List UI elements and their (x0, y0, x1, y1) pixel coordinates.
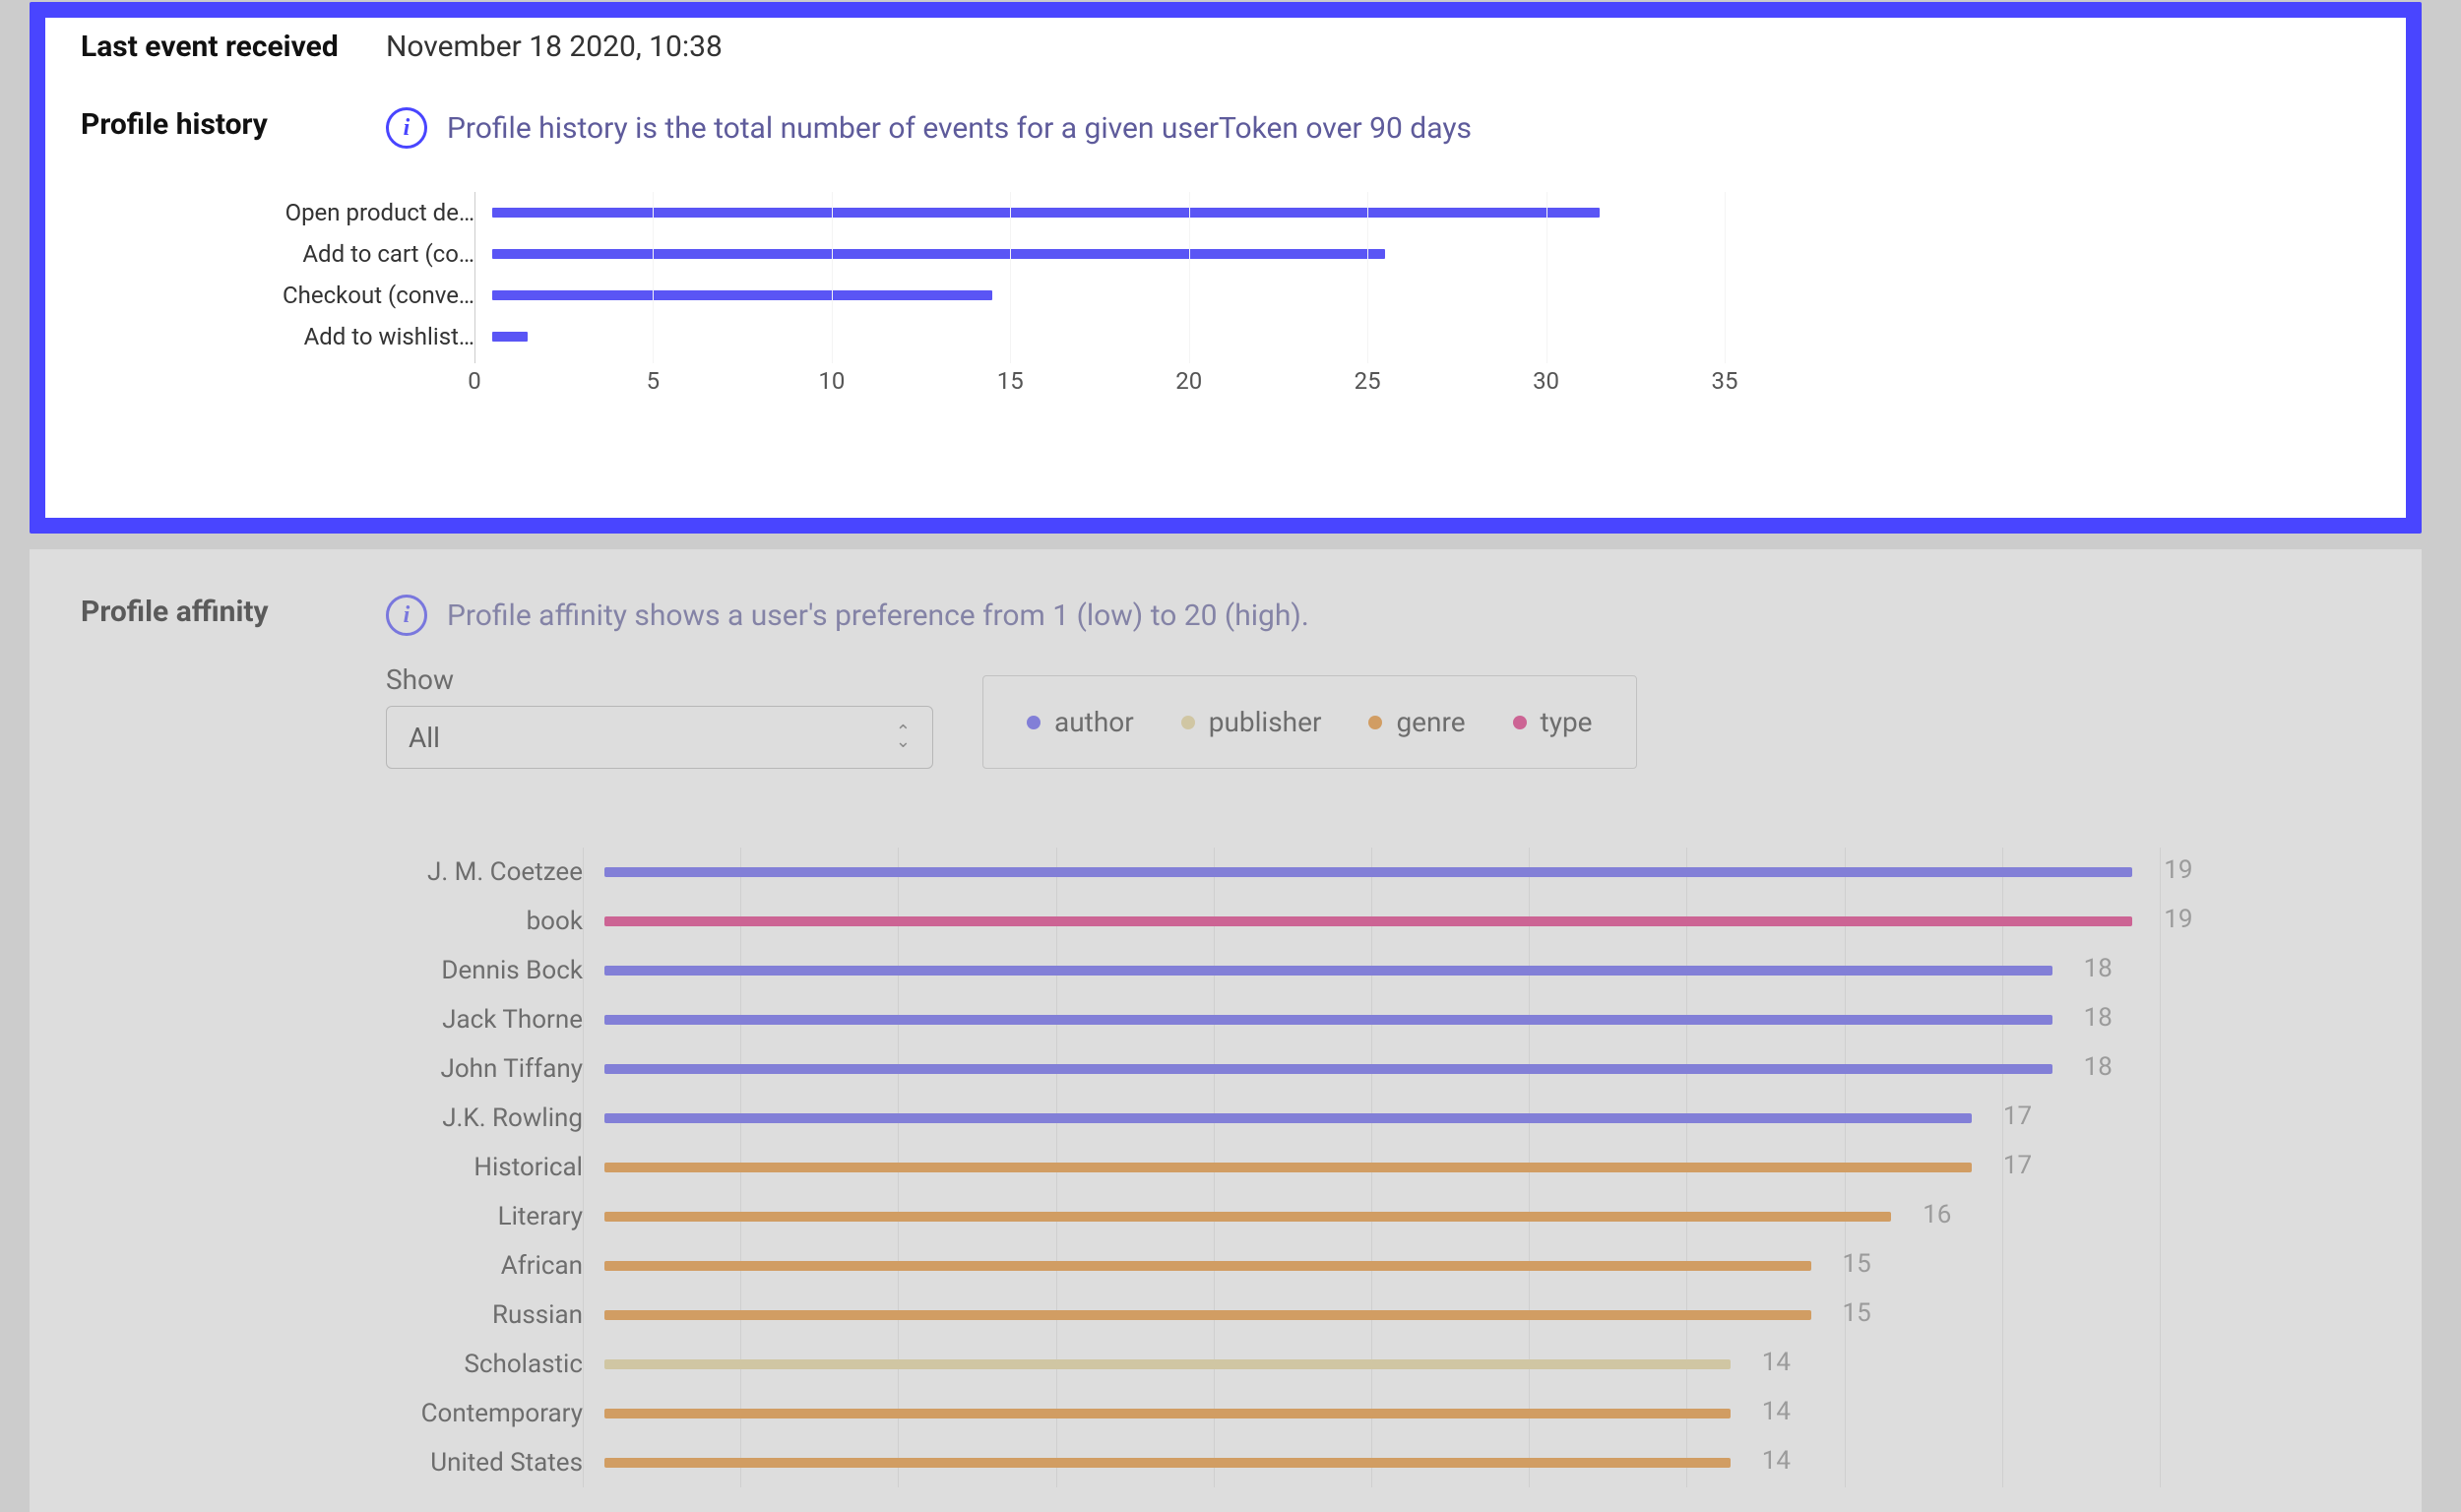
last-event-label: Last event received (81, 30, 386, 64)
app-frame: Last event received November 18 2020, 10… (0, 0, 2461, 1512)
chart-category-label: Dennis Bock (327, 956, 604, 985)
chart-bar: United States 14 (327, 1438, 2213, 1487)
chart-axis-tick: 35 (1712, 367, 1738, 395)
profile-history-row: Profile history i Profile history is the… (81, 107, 2370, 149)
chart-value-label: 16 (1923, 1200, 1962, 1229)
chart-bar: Literary 16 (327, 1192, 2213, 1241)
show-label: Show (386, 663, 933, 696)
info-icon: i (386, 107, 427, 149)
last-event-value: November 18 2020, 10:38 (386, 30, 723, 64)
chart-axis-tick: 15 (997, 367, 1024, 395)
chart-category-label: Russian (327, 1300, 604, 1330)
profile-affinity-label: Profile affinity (81, 595, 386, 629)
chart-category-label: Literary (327, 1202, 604, 1231)
legend-dot-icon (1368, 716, 1382, 729)
select-stepper-icon: ⌃⌄ (896, 727, 911, 747)
chart-category-label: Add to wishlist… (258, 323, 492, 350)
affinity-legend: author publisher genre type (982, 675, 1637, 769)
chart-axis-tick: 25 (1355, 367, 1381, 395)
chart-bar: J. M. Coetzee 19 (327, 848, 2213, 897)
chart-value-label: 14 (1762, 1446, 1801, 1476)
chart-value-label: 14 (1762, 1348, 1801, 1377)
chart-value-label: 15 (1843, 1298, 1882, 1328)
profile-affinity-chart: J. M. Coetzee19book19Dennis Bock18Jack T… (327, 848, 2213, 1487)
legend-dot-icon (1181, 716, 1195, 729)
chart-category-label: Checkout (conve… (258, 282, 492, 309)
chart-axis-tick: 0 (468, 367, 481, 395)
legend-label: author (1054, 706, 1134, 738)
chart-value-label: 15 (1843, 1249, 1882, 1279)
profile-history-info: Profile history is the total number of e… (447, 111, 1472, 146)
chart-bar: Checkout (conve… (258, 275, 2272, 316)
info-icon: i (386, 595, 427, 636)
chart-value-label: 18 (2084, 1052, 2123, 1082)
chart-category-label: J.K. Rowling (327, 1103, 604, 1133)
chart-category-label: Contemporary (327, 1399, 604, 1428)
chart-bar: African 15 (327, 1241, 2213, 1291)
legend-item-author[interactable]: author (1027, 706, 1134, 738)
chart-category-label: Scholastic (327, 1350, 604, 1379)
legend-dot-icon (1513, 716, 1527, 729)
chart-bar: Add to cart (co… (258, 233, 2272, 275)
chart-axis-tick: 20 (1175, 367, 1202, 395)
profile-affinity-info: Profile affinity shows a user's preferen… (447, 598, 1309, 633)
last-event-row: Last event received November 18 2020, 10… (81, 30, 2370, 64)
chart-category-label: John Tiffany (327, 1054, 604, 1084)
profile-history-chart: Open product de… Add to cart (co… Checkout… (258, 192, 2272, 446)
chart-bar: Jack Thorne 18 (327, 995, 2213, 1044)
chart-category-label: Historical (327, 1153, 604, 1182)
chart-category-label: Open product de… (258, 199, 492, 226)
chart-category-label: J. M. Coetzee (327, 857, 604, 887)
chart-bar: book 19 (327, 897, 2213, 946)
chart-bar: Dennis Bock 18 (327, 946, 2213, 995)
chart-category-label: United States (327, 1448, 604, 1478)
legend-item-genre[interactable]: genre (1368, 706, 1465, 738)
legend-label: publisher (1209, 706, 1322, 738)
chart-bar: John Tiffany 18 (327, 1044, 2213, 1094)
chart-axis-tick: 10 (818, 367, 845, 395)
chart-axis-tick: 5 (647, 367, 661, 395)
chart-axis-tick: 30 (1533, 367, 1559, 395)
profile-history-label: Profile history (81, 107, 386, 142)
legend-item-type[interactable]: type (1513, 706, 1593, 738)
chart-value-label: 19 (2164, 905, 2203, 934)
chart-category-label: African (327, 1251, 604, 1281)
chart-category-label: Jack Thorne (327, 1005, 604, 1035)
chart-bar: Add to wishlist… (258, 316, 2272, 357)
profile-affinity-card: Profile affinity i Profile affinity show… (30, 549, 2422, 1512)
chart-bar: Open product de… (258, 192, 2272, 233)
chart-bar: Contemporary 14 (327, 1389, 2213, 1438)
chart-bar: Scholastic 14 (327, 1340, 2213, 1389)
chart-value-label: 17 (2003, 1102, 2043, 1131)
show-select[interactable]: All ⌃⌄ (386, 706, 933, 769)
chart-bar: Historical 17 (327, 1143, 2213, 1192)
chart-value-label: 18 (2084, 1003, 2123, 1033)
legend-dot-icon (1027, 716, 1041, 729)
chart-category-label: Add to cart (co… (258, 240, 492, 268)
chart-category-label: book (327, 907, 604, 936)
chart-bar: Russian 15 (327, 1291, 2213, 1340)
chart-bar: J.K. Rowling 17 (327, 1094, 2213, 1143)
show-select-value: All (409, 722, 440, 754)
chart-value-label: 18 (2084, 954, 2123, 983)
profile-history-card: Last event received November 18 2020, 10… (30, 2, 2422, 534)
chart-value-label: 19 (2164, 855, 2203, 885)
legend-label: type (1541, 706, 1593, 738)
legend-label: genre (1396, 706, 1465, 738)
legend-item-publisher[interactable]: publisher (1181, 706, 1322, 738)
chart-value-label: 17 (2003, 1151, 2043, 1180)
chart-value-label: 14 (1762, 1397, 1801, 1426)
